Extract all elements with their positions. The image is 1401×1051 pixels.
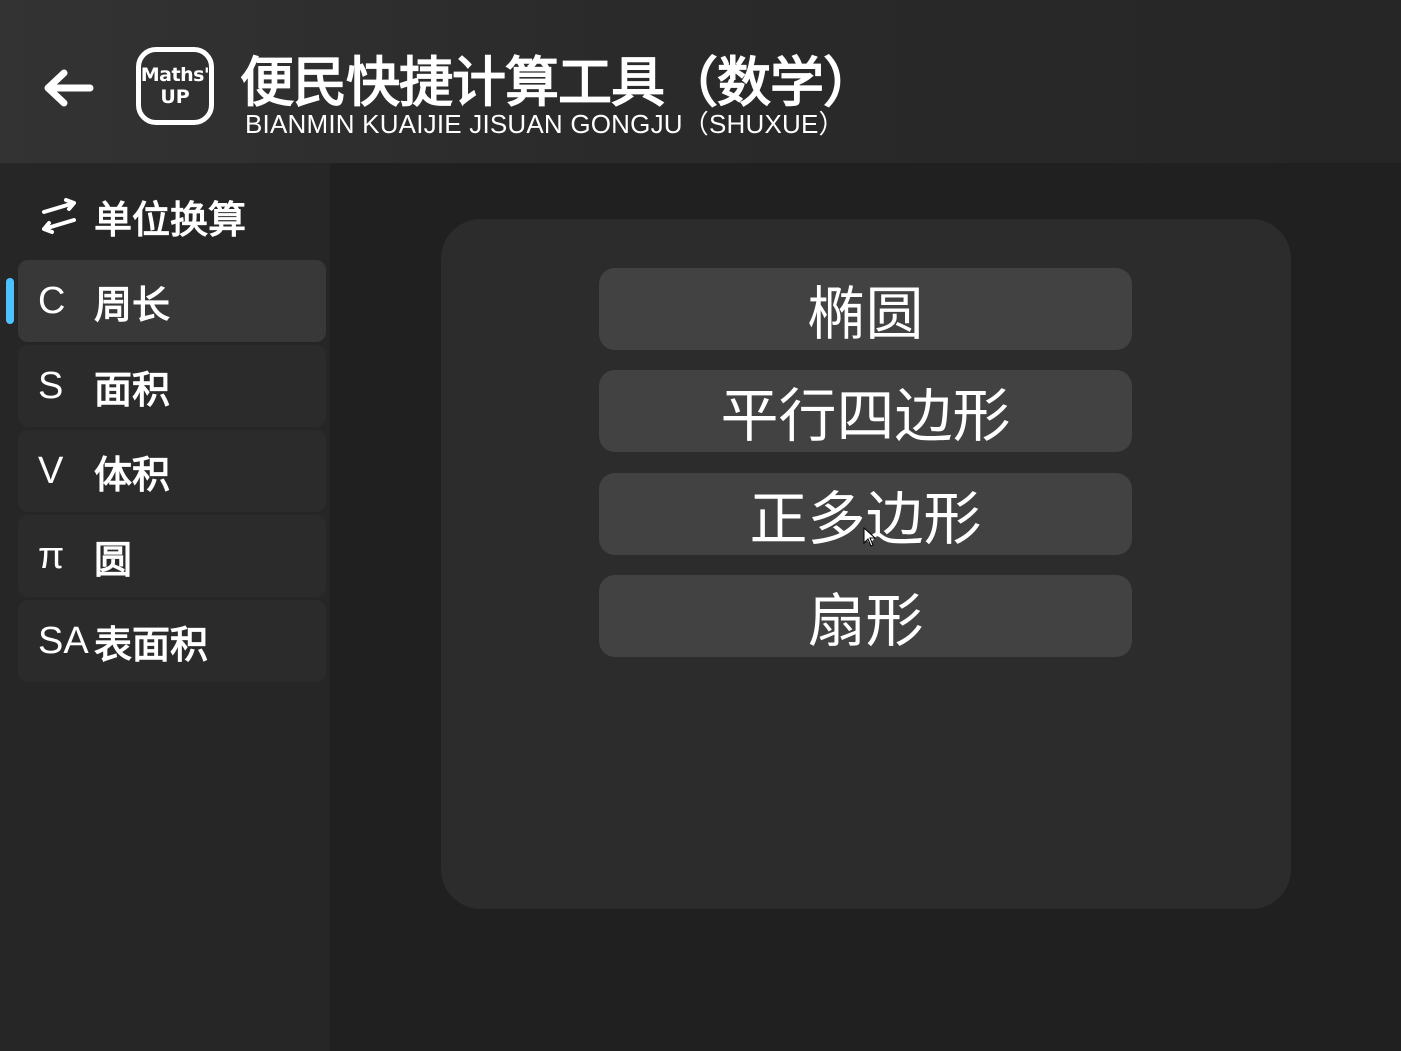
sidebar-item-perimeter[interactable]: C 周长	[18, 260, 326, 342]
content-panel: 椭圆 平行四边形 正多边形 扇形	[441, 219, 1291, 909]
ellipse-button[interactable]: 椭圆	[599, 268, 1132, 350]
app-logo: Maths' UP	[136, 47, 214, 125]
sidebar-item-label: 面积	[94, 367, 171, 412]
sidebar-item-area[interactable]: S 面积	[18, 345, 326, 427]
swap-arrows-icon	[42, 198, 76, 234]
logo-line-2: UP	[160, 85, 190, 108]
sidebar-item-label: 体积	[94, 452, 171, 497]
sidebar-item-label: 周长	[94, 282, 171, 327]
sidebar-heading-unit-conversion[interactable]: 单位换算	[38, 191, 247, 242]
arrow-left-icon	[44, 69, 94, 107]
sidebar-item-symbol: C	[38, 279, 66, 322]
header-bar: Maths' UP 便民快捷计算工具（数学） BIANMIN KUAIJIE J…	[0, 0, 1401, 163]
sidebar-item-surface-area[interactable]: SA 表面积	[18, 600, 326, 682]
sidebar-item-label: 表面积	[94, 622, 209, 667]
sidebar-item-symbol: SA	[38, 619, 89, 662]
sidebar-item-symbol: π	[38, 534, 65, 577]
sidebar-item-volume[interactable]: V 体积	[18, 430, 326, 512]
sidebar-item-symbol: S	[38, 364, 64, 407]
app-subtitle: BIANMIN KUAIJIE JISUAN GONGJU（SHUXUE）	[245, 109, 845, 139]
sidebar: 单位换算 C 周长 S 面积 V 体积 π 圆 SA 表面积	[0, 163, 330, 1051]
back-button[interactable]	[30, 55, 106, 121]
active-indicator	[6, 278, 14, 324]
sector-button[interactable]: 扇形	[599, 575, 1132, 657]
sidebar-item-circle[interactable]: π 圆	[18, 515, 326, 597]
sidebar-item-label: 圆	[94, 537, 133, 582]
sidebar-heading-label: 单位换算	[94, 197, 247, 242]
logo-line-1: Maths'	[140, 63, 210, 86]
mouse-pointer-icon	[863, 527, 877, 547]
sidebar-item-symbol: V	[38, 449, 64, 492]
app-window: Maths' UP 便民快捷计算工具（数学） BIANMIN KUAIJIE J…	[0, 0, 1401, 1051]
parallelogram-button[interactable]: 平行四边形	[599, 370, 1132, 452]
